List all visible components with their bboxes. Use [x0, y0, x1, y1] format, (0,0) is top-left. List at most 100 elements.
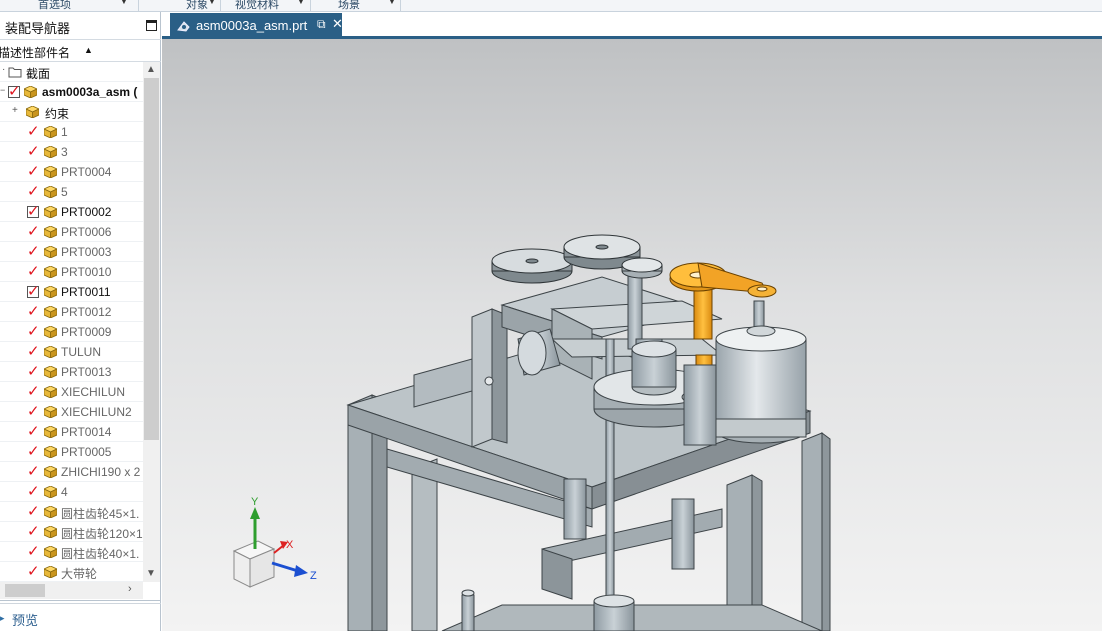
ribbon-group-preferences[interactable]: 首选项	[38, 0, 71, 11]
collapse-icon[interactable]: −	[0, 85, 5, 95]
chevron-down-icon[interactable]: ▼	[388, 0, 396, 6]
tree-row[interactable]: ✓ PRT0012	[0, 302, 143, 322]
tab-asm0003a[interactable]: asm0003a_asm.prt ⧉ ✕	[170, 13, 343, 39]
tree-row[interactable]: ✓ PRT0003	[0, 242, 143, 262]
tree-row[interactable]: ✓ PRT0004	[0, 162, 143, 182]
scroll-up-icon[interactable]: ▲	[146, 64, 156, 75]
tree-row[interactable]: ✓ 1	[0, 122, 143, 142]
tree-row[interactable]: ✓ PRT0010	[0, 262, 143, 282]
scroll-down-icon[interactable]: ▼	[146, 568, 156, 579]
tree-row[interactable]: ✓ 圆柱齿轮40×1.	[0, 542, 143, 562]
chevron-down-icon[interactable]: ▼	[120, 0, 128, 6]
tree-row[interactable]: ✓ 圆柱齿轮120×1	[0, 522, 143, 542]
preview-label: 预览	[12, 613, 39, 628]
ribbon-group-visual-materials[interactable]: 视觉材料	[235, 0, 279, 11]
part-icon	[43, 185, 58, 199]
part-icon	[43, 385, 58, 399]
triad-z-label: Z	[310, 570, 317, 582]
part-icon	[43, 365, 58, 379]
check-icon[interactable]: ✓	[27, 242, 40, 262]
check-icon[interactable]: ✓	[27, 402, 40, 422]
check-icon[interactable]: ✓	[27, 282, 40, 302]
divider	[0, 603, 161, 604]
check-icon[interactable]: ✓	[27, 502, 40, 522]
chevron-down-icon[interactable]: ▼	[208, 0, 216, 6]
check-icon[interactable]: ✓	[27, 562, 40, 582]
check-icon[interactable]: ✓	[27, 142, 40, 162]
tree-row[interactable]: ✓ PRT0011	[0, 282, 143, 302]
check-icon[interactable]: ✓	[27, 262, 40, 282]
check-icon[interactable]: ✓	[27, 122, 40, 142]
check-icon[interactable]: ✓	[27, 462, 40, 482]
tree-row-label: PRT0003	[61, 245, 112, 259]
tree-row[interactable]: ✓ PRT0006	[0, 222, 143, 242]
tree-row-label: 圆柱齿轮40×1.	[61, 547, 140, 561]
check-icon[interactable]: ✓	[27, 482, 40, 502]
tree-row-label: 大带轮	[61, 567, 98, 581]
tree-row[interactable]: ✓ PRT0005	[0, 442, 143, 462]
tree-row[interactable]: ✓ 5	[0, 182, 143, 202]
assembly-tree: · 截面 − ✓ asm0003a_asm (+ 约束 ✓ 1 ✓ 3 ✓ PRT0004 ✓ 5 ✓ PRT…	[0, 62, 143, 582]
scroll-right-icon[interactable]: ›	[128, 583, 132, 595]
check-icon[interactable]: ✓	[27, 442, 40, 462]
preview-section[interactable]: ▸ 预览	[0, 600, 161, 631]
check-icon[interactable]: ✓	[27, 342, 40, 362]
tree-row[interactable]: ✓ 3	[0, 142, 143, 162]
vertical-scrollbar[interactable]: ▲ ▼	[143, 62, 160, 582]
folder-icon	[8, 67, 22, 78]
check-icon[interactable]: ✓	[27, 542, 40, 562]
tree-row[interactable]: ✓ ZHICHI190 x 2	[0, 462, 143, 482]
tree-row[interactable]: − ✓ asm0003a_asm (	[0, 82, 143, 102]
tree-row[interactable]: ✓ PRT0013	[0, 362, 143, 382]
check-icon[interactable]: ✓	[27, 522, 40, 542]
part-icon	[43, 425, 58, 439]
chevron-down-icon[interactable]: ▼	[297, 0, 305, 6]
tree-row-label: XIECHILUN2	[61, 405, 132, 419]
tree-row[interactable]: ✓ XIECHILUN	[0, 382, 143, 402]
assembly-file-icon	[177, 21, 190, 32]
popout-icon[interactable]: ⧉	[317, 17, 326, 32]
check-icon[interactable]: ✓	[27, 322, 40, 342]
tree-row[interactable]: ✓ PRT0009	[0, 322, 143, 342]
part-icon	[43, 505, 58, 519]
tree-row[interactable]: ✓ TULUN	[0, 342, 143, 362]
tree-row[interactable]: ✓ XIECHILUN2	[0, 402, 143, 422]
vertical-scroll-thumb[interactable]	[144, 78, 159, 440]
check-icon[interactable]: ✓	[27, 422, 40, 442]
ribbon-separator	[138, 0, 139, 11]
check-icon[interactable]: ✓	[27, 222, 40, 242]
check-icon[interactable]: ✓	[27, 182, 40, 202]
graphics-viewport[interactable]: Y X Z	[162, 39, 1102, 631]
tree-row[interactable]: ✓ 圆柱齿轮45×1.	[0, 502, 143, 522]
part-icon	[43, 165, 58, 179]
check-icon[interactable]: ✓	[27, 382, 40, 402]
expand-arrow-icon[interactable]: ▸	[0, 613, 5, 624]
part-icon	[43, 305, 58, 319]
tree-row[interactable]: · 截面	[0, 62, 143, 82]
check-icon[interactable]: ✓	[27, 302, 40, 322]
sort-ascending-icon[interactable]: ▲	[84, 45, 93, 55]
ribbon-separator	[400, 0, 401, 11]
check-icon[interactable]: ✓	[27, 202, 40, 222]
column-header[interactable]: 描述性部件名 ▲	[0, 40, 161, 62]
tree-row[interactable]: ✓ 大带轮	[0, 562, 143, 582]
check-icon[interactable]: ✓	[27, 162, 40, 182]
navigator-title: 装配导航器	[5, 21, 71, 36]
tree-row[interactable]: + 约束	[0, 102, 143, 122]
horizontal-scroll-thumb[interactable]	[5, 584, 45, 597]
tree-row-label: PRT0004	[61, 165, 112, 179]
tree-row[interactable]: ✓ 4	[0, 482, 143, 502]
check-icon[interactable]: ✓	[27, 362, 40, 382]
tree-row-label: 3	[61, 145, 68, 159]
close-icon[interactable]: ✕	[332, 16, 343, 32]
tree-row[interactable]: ✓ PRT0014	[0, 422, 143, 442]
tree-row-label: 圆柱齿轮45×1.	[61, 507, 140, 521]
tree-row-label: 5	[61, 185, 68, 199]
ribbon-group-scene[interactable]: 场景	[338, 0, 360, 11]
maximize-icon[interactable]	[146, 20, 157, 31]
column-header-label: 描述性部件名	[0, 46, 71, 60]
tree-row[interactable]: ✓ PRT0002	[0, 202, 143, 222]
ribbon-group-object[interactable]: 对象	[186, 0, 208, 11]
expand-icon[interactable]: +	[12, 105, 18, 116]
horizontal-scrollbar[interactable]: ›	[0, 582, 143, 599]
